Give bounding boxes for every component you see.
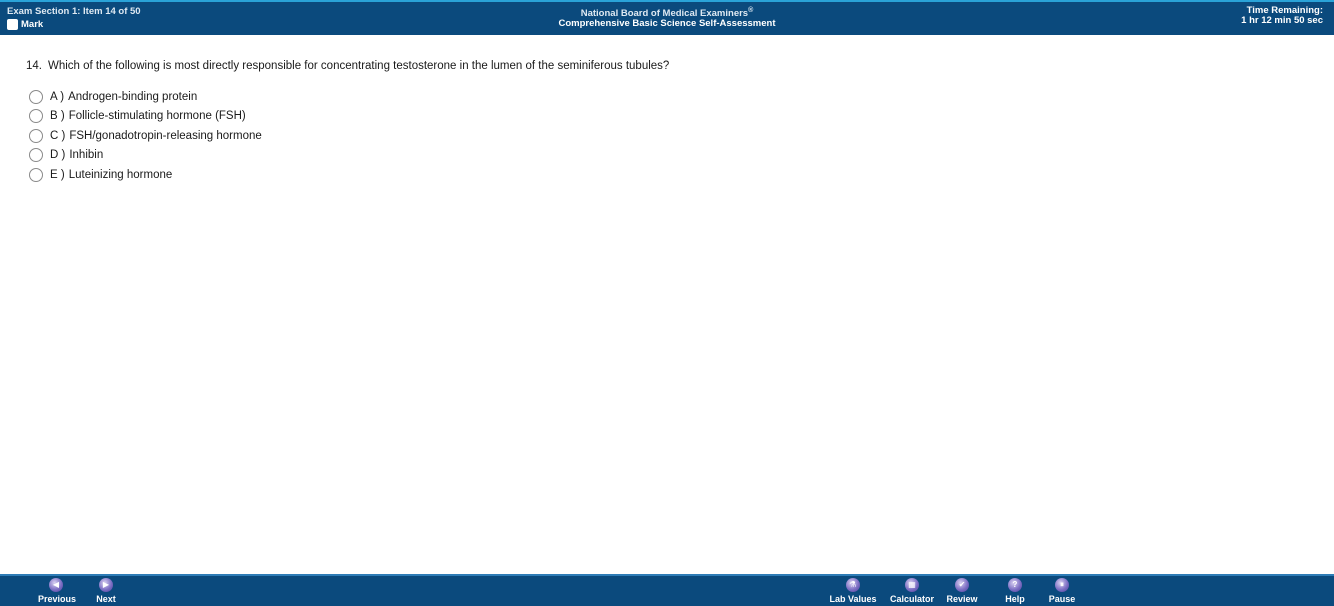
option-text: Follicle-stimulating hormone (FSH) [68,110,246,123]
option-letter: C ) [50,129,66,142]
option-letter: D ) [50,149,66,162]
option-text: Inhibin [69,149,104,162]
pause-label: Pause [1048,594,1076,604]
question-number: 14. [26,60,42,72]
option-text: Androgen-binding protein [68,90,198,103]
help-question-icon[interactable]: ? [1008,578,1022,592]
lab-values-label: Lab Values [829,594,877,604]
pause-icon[interactable]: ⏸ [1055,578,1069,592]
option-letter: B ) [50,110,65,123]
time-remaining-value: 1 hr 12 min 50 sec [1241,15,1323,26]
option-text: Luteinizing hormone [68,168,173,181]
answer-option-d[interactable]: D ) Inhibin [29,146,262,166]
next-label: Next [96,594,116,604]
answer-option-c[interactable]: C ) FSH/gonadotropin-releasing hormone [29,126,262,146]
lab-values-icon[interactable]: ⚗ [846,578,860,592]
help-button[interactable]: ? Help [1003,578,1027,604]
previous-label: Previous [38,594,77,604]
question-stem: 14. Which of the following is most direct… [26,60,669,72]
answer-options: A ) Androgen-binding protein B ) Follicl… [29,87,262,185]
calculator-button[interactable]: ▦ Calculator [890,578,934,604]
review-checkmark-icon[interactable]: ✔ [955,578,969,592]
option-letter: E ) [50,168,65,181]
review-button[interactable]: ✔ Review [946,578,978,604]
answer-option-b[interactable]: B ) Follicle-stimulating hormone (FSH) [29,107,262,127]
answer-option-e[interactable]: E ) Luteinizing hormone [29,165,262,185]
lab-values-button[interactable]: ⚗ Lab Values [829,578,877,604]
radio-button[interactable] [29,89,43,104]
registered-mark: ® [748,7,754,14]
calculator-icon[interactable]: ▦ [905,578,919,592]
pause-button[interactable]: ⏸ Pause [1048,578,1076,604]
radio-button[interactable] [29,128,43,143]
radio-button[interactable] [29,167,43,182]
question-text: Which of the following is most directly … [48,60,670,72]
top-bar: Exam Section 1: Item 14 of 50 Mark Natio… [0,0,1334,35]
help-label: Help [1005,594,1025,604]
next-button[interactable]: ▶ Next [94,578,118,604]
bottom-toolbar: ◀ Previous ▶ Next ⚗ Lab Values ▦ Calcula… [0,574,1334,606]
radio-button[interactable] [29,109,43,124]
previous-button[interactable]: ◀ Previous [38,578,77,604]
exam-title-block: National Board of Medical Examiners® Com… [0,6,1334,29]
calculator-label: Calculator [890,594,935,604]
option-text: FSH/gonadotropin-releasing hormone [69,129,262,142]
timer: Time Remaining: 1 hr 12 min 50 sec [1241,6,1323,26]
next-arrow-icon[interactable]: ▶ [99,578,113,592]
exam-title: Comprehensive Basic Science Self-Assessm… [558,18,776,30]
review-label: Review [946,594,978,604]
previous-arrow-icon[interactable]: ◀ [49,578,63,592]
radio-button[interactable] [29,148,43,163]
answer-option-a[interactable]: A ) Androgen-binding protein [29,87,262,107]
option-letter: A ) [50,90,65,103]
